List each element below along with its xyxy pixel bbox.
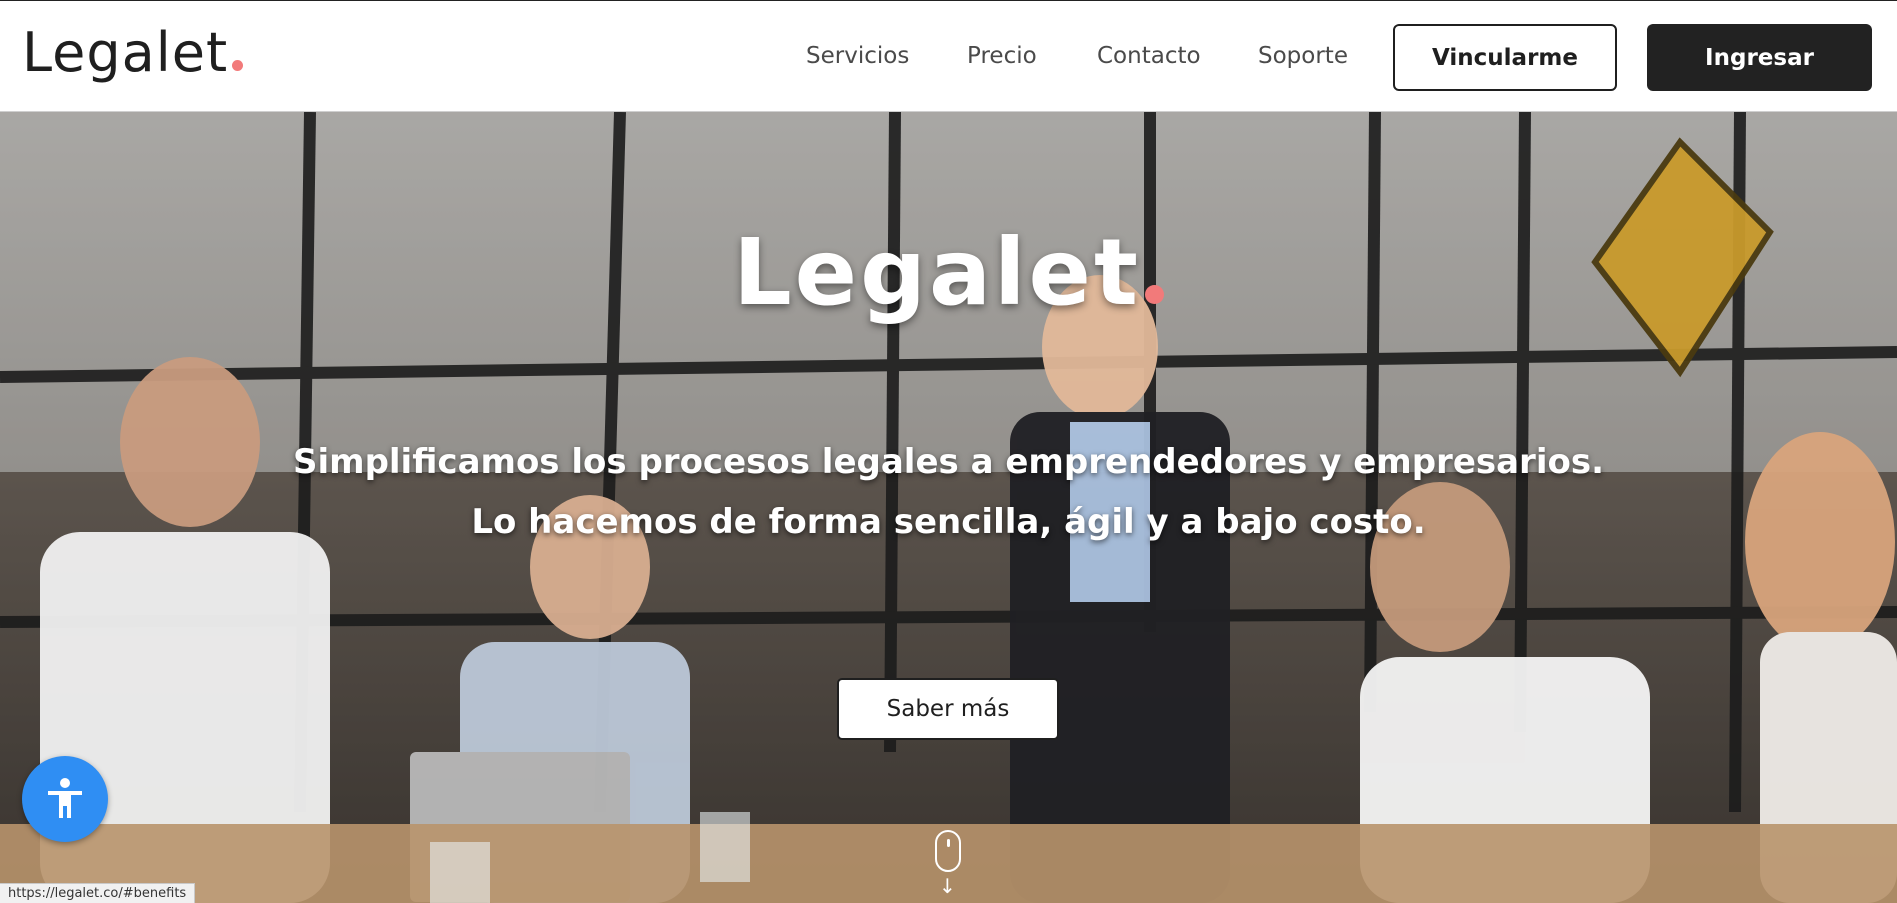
nav-link-contacto[interactable]: Contacto [1097,43,1201,69]
nav-link-precio[interactable]: Precio [967,43,1037,69]
hero-logo-text: Legalet [733,219,1141,326]
status-bar-url: https://legalet.co/#benefits [0,883,196,903]
signup-button[interactable]: Vincularme [1393,24,1617,91]
hero-section: Legalet Simplificamos los procesos legal… [0,112,1897,903]
site-header: Legalet Servicios Precio Contacto Soport… [0,0,1897,112]
nav-link-servicios[interactable]: Servicios [806,43,909,69]
learn-more-button[interactable]: Saber más [837,678,1059,740]
login-button[interactable]: Ingresar [1647,24,1872,91]
hero-tagline-line-1: Simplificamos los procesos legales a emp… [293,442,1604,482]
logo-accent-dot [232,60,244,71]
hero-logo: Legalet [0,219,1897,326]
nav-link-soporte[interactable]: Soporte [1258,43,1348,69]
site-logo[interactable]: Legalet [22,21,244,91]
hero-logo-dot [1144,285,1164,304]
scroll-mouse-icon[interactable] [935,830,961,872]
site-logo-text: Legalet [22,21,229,84]
accessibility-button[interactable] [22,756,108,842]
scroll-down-arrow-icon: ↓ [939,874,956,898]
accessibility-person-icon [48,778,82,818]
hero-tagline-line-2: Lo hacemos de forma sencilla, ágil y a b… [471,502,1426,542]
